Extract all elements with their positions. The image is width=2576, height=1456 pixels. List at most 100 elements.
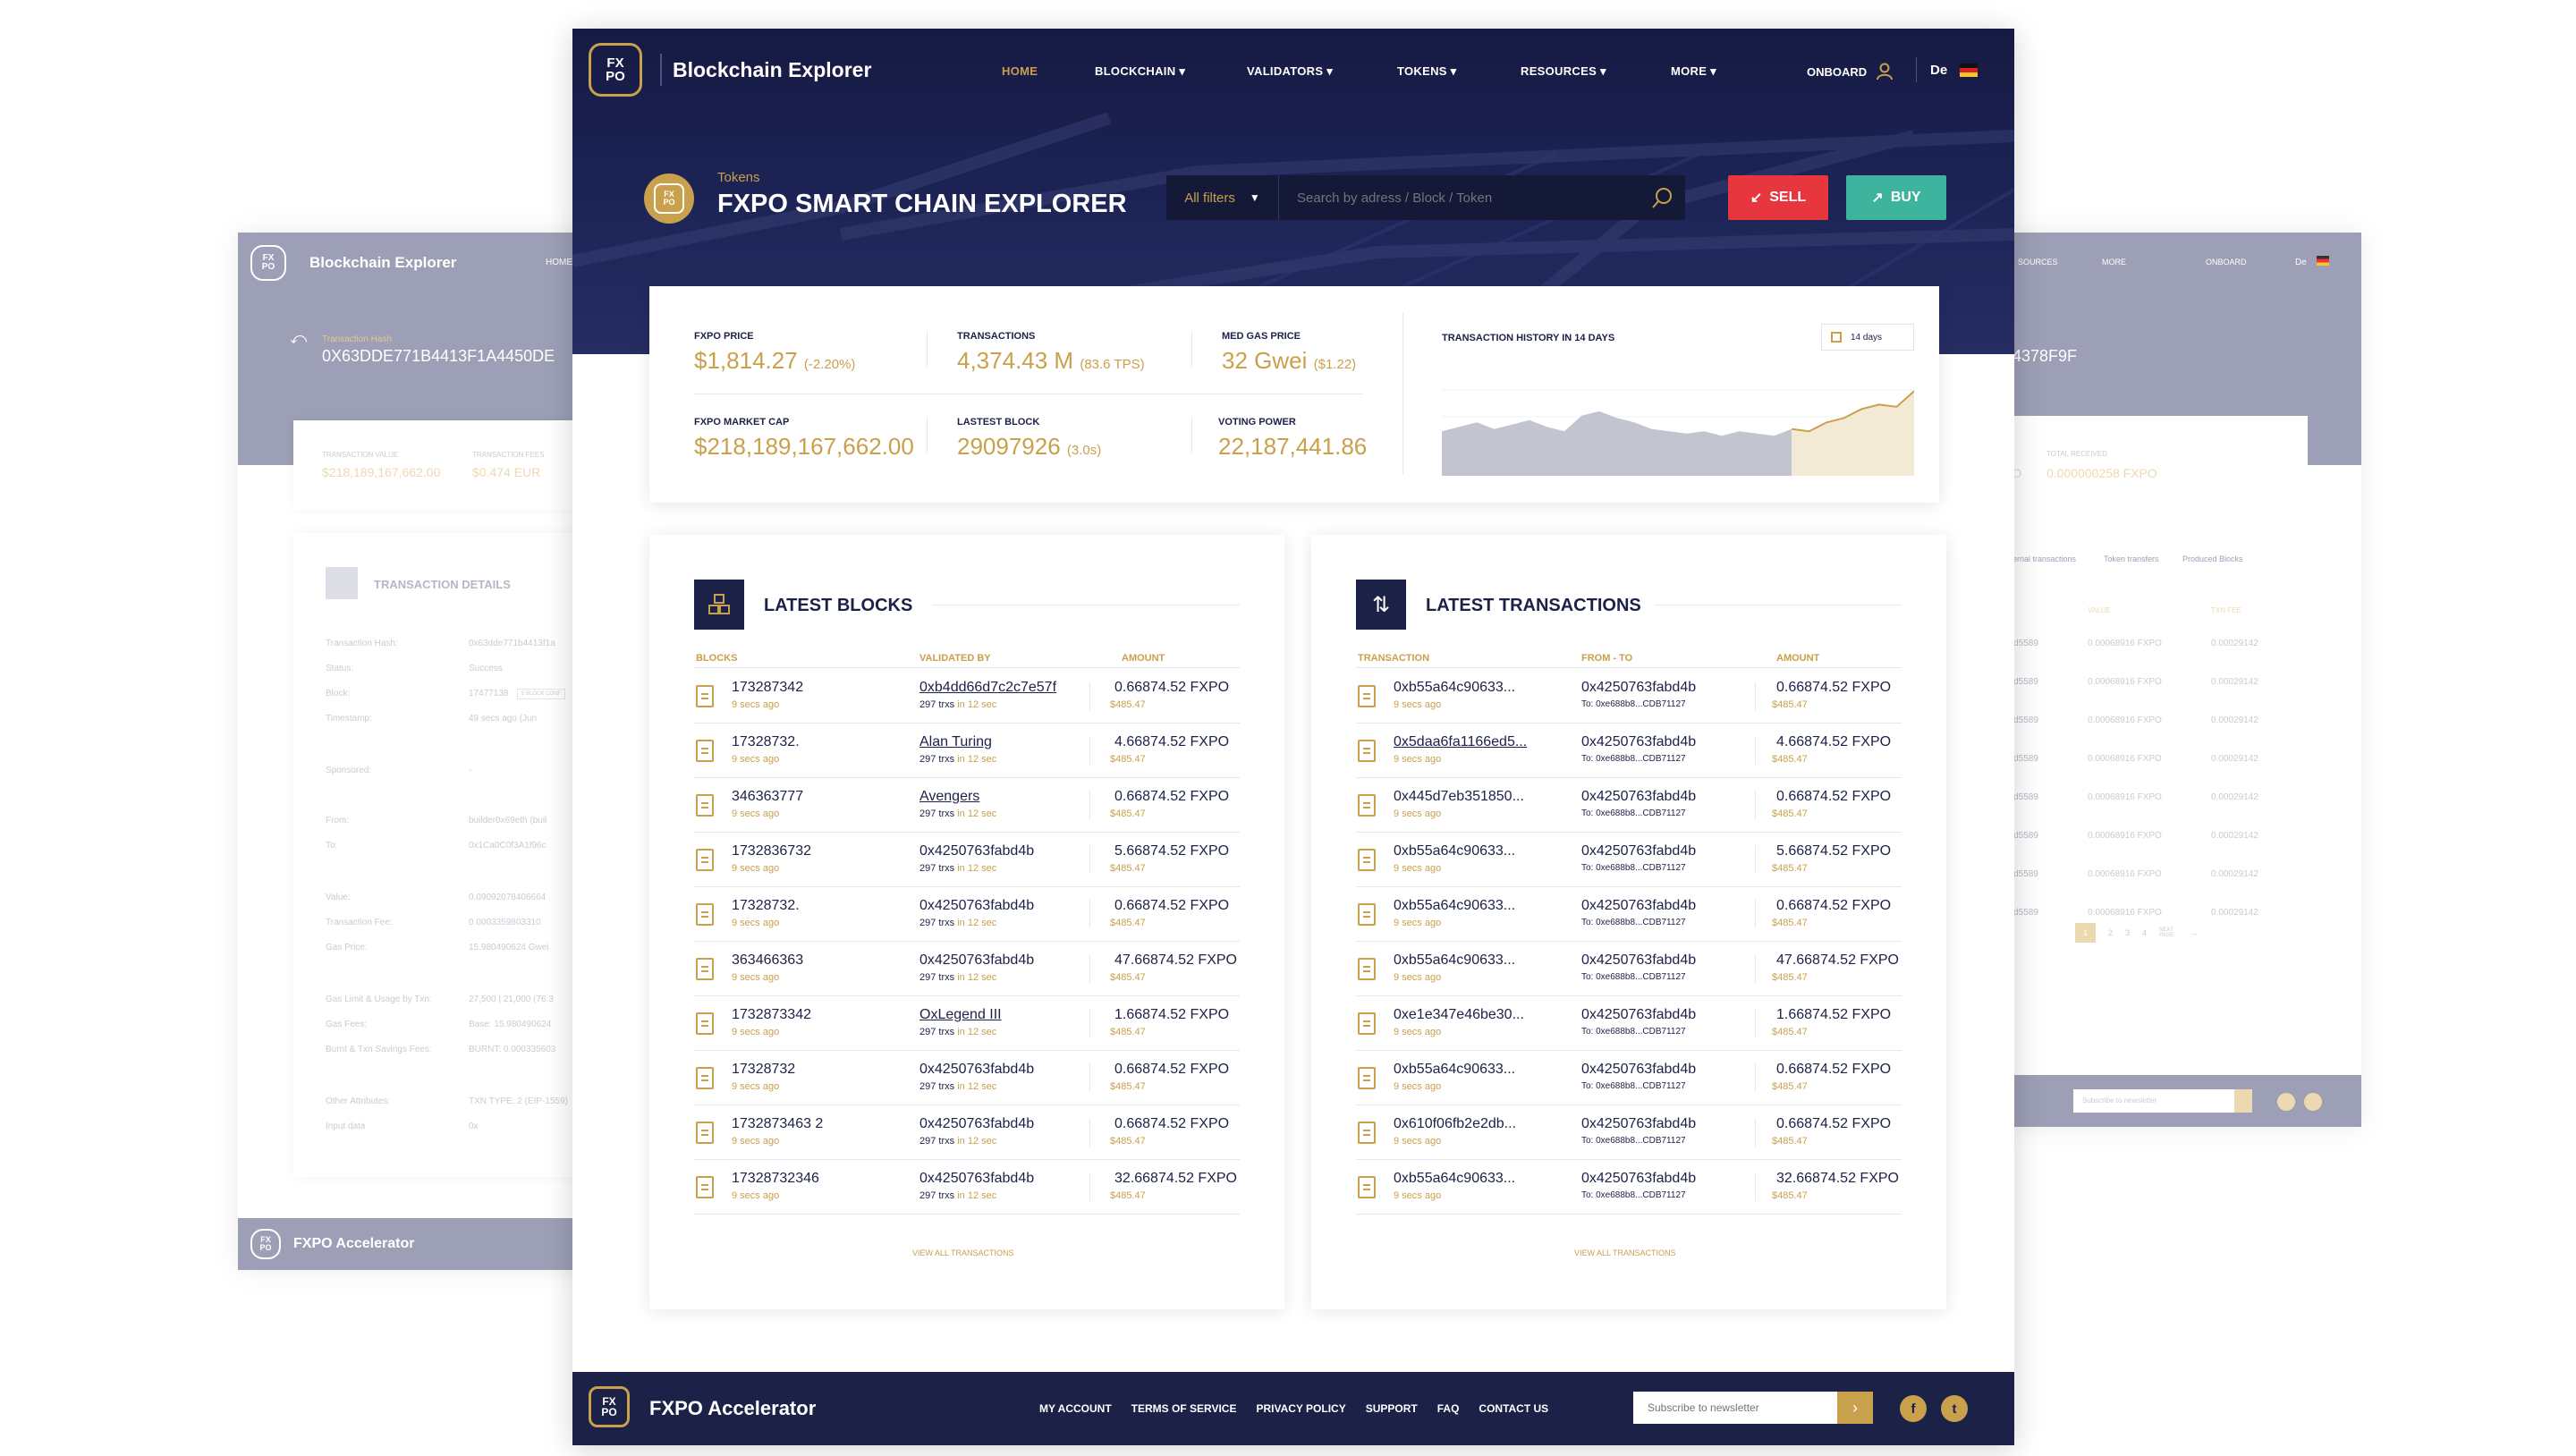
- transaction-hash[interactable]: 0xb55a64c90633...: [1394, 680, 1515, 696]
- transaction-from[interactable]: 0x4250763fabd4b: [1581, 734, 1696, 750]
- newsletter-submit-button[interactable]: ›: [1837, 1392, 1873, 1424]
- transaction-row[interactable]: 0x610f06fb2e2db... 9 secs ago 0x4250763f…: [1356, 1105, 1902, 1160]
- transaction-from[interactable]: 0x4250763fabd4b: [1581, 1116, 1696, 1132]
- transaction-from[interactable]: 0x4250763fabd4b: [1581, 843, 1696, 859]
- buy-button[interactable]: ↗ BUY: [1846, 175, 1946, 220]
- transaction-row[interactable]: 0xb55a64c90633... 9 secs ago 0x4250763fa…: [1356, 669, 1902, 724]
- transaction-to[interactable]: To: 0xe688b8...CDB71127: [1581, 699, 1686, 709]
- transaction-to[interactable]: To: 0xe688b8...CDB71127: [1581, 754, 1686, 764]
- block-number[interactable]: 17328732.: [732, 898, 800, 914]
- transaction-from[interactable]: 0x4250763fabd4b: [1581, 952, 1696, 969]
- transaction-from[interactable]: 0x4250763fabd4b: [1581, 898, 1696, 914]
- brand-title[interactable]: Blockchain Explorer: [673, 58, 871, 82]
- fxpo-logo-icon[interactable]: FX PO: [589, 43, 642, 97]
- nav-resources[interactable]: RESOURCES ▾: [1521, 64, 1671, 79]
- twitter-icon[interactable]: t: [1941, 1395, 1968, 1422]
- footer-link-terms[interactable]: TERMS OF SERVICE: [1131, 1402, 1237, 1415]
- footer-logo-icon[interactable]: FX PO: [589, 1386, 630, 1427]
- transaction-row[interactable]: 0xe1e347e46be30... 9 secs ago 0x4250763f…: [1356, 996, 1902, 1051]
- search-icon[interactable]: [1642, 184, 1685, 211]
- transaction-to[interactable]: To: 0xe688b8...CDB71127: [1581, 1136, 1686, 1146]
- transaction-from[interactable]: 0x4250763fabd4b: [1581, 1062, 1696, 1078]
- block-row[interactable]: 17328732. 9 secs ago Alan Turing 297 trx…: [694, 724, 1240, 778]
- nav-blockchain[interactable]: BLOCKCHAIN ▾: [1095, 64, 1247, 79]
- block-validator[interactable]: 0x4250763fabd4b: [919, 1062, 1034, 1078]
- block-number[interactable]: 1732873463 2: [732, 1116, 823, 1132]
- onboard-link[interactable]: ONBOARD: [1807, 63, 1895, 80]
- block-validator[interactable]: 0x4250763fabd4b: [919, 1171, 1034, 1187]
- transaction-to[interactable]: To: 0xe688b8...CDB71127: [1581, 918, 1686, 927]
- transaction-to[interactable]: To: 0xe688b8...CDB71127: [1581, 808, 1686, 818]
- sell-button[interactable]: ↙ SELL: [1728, 175, 1828, 220]
- transactions-view-all-link[interactable]: VIEW ALL TRANSACTIONS: [1574, 1249, 1676, 1257]
- block-row[interactable]: 1732873342 9 secs ago OxLegend III 297 t…: [694, 996, 1240, 1051]
- transaction-hash[interactable]: 0x445d7eb351850...: [1394, 789, 1524, 805]
- block-number[interactable]: 1732836732: [732, 843, 811, 859]
- block-validator[interactable]: 0x4250763fabd4b: [919, 898, 1034, 914]
- block-number[interactable]: 17328732: [732, 1062, 795, 1078]
- search-input[interactable]: [1279, 175, 1642, 220]
- block-row[interactable]: 17328732 9 secs ago 0x4250763fabd4b 297 …: [694, 1051, 1240, 1105]
- transaction-row[interactable]: 0x5daa6fa1166ed5... 9 secs ago 0x4250763…: [1356, 724, 1902, 778]
- block-row[interactable]: 17328732346 9 secs ago 0x4250763fabd4b 2…: [694, 1160, 1240, 1215]
- transaction-hash[interactable]: 0xb55a64c90633...: [1394, 1062, 1515, 1078]
- block-row[interactable]: 1732873463 2 9 secs ago 0x4250763fabd4b …: [694, 1105, 1240, 1160]
- facebook-icon[interactable]: f: [1900, 1395, 1927, 1422]
- block-validator[interactable]: OxLegend III: [919, 1007, 1002, 1023]
- newsletter-input[interactable]: [1633, 1392, 1837, 1424]
- blocks-view-all-link[interactable]: VIEW ALL TRANSACTIONS: [912, 1249, 1014, 1257]
- nav-validators[interactable]: VALIDATORS ▾: [1247, 64, 1397, 79]
- transaction-from[interactable]: 0x4250763fabd4b: [1581, 680, 1696, 696]
- block-row[interactable]: 346363777 9 secs ago Avengers 297 trxs i…: [694, 778, 1240, 833]
- transaction-from[interactable]: 0x4250763fabd4b: [1581, 1171, 1696, 1187]
- footer-link-contact[interactable]: CONTACT US: [1479, 1402, 1548, 1415]
- transaction-to[interactable]: To: 0xe688b8...CDB71127: [1581, 1027, 1686, 1037]
- transaction-from[interactable]: 0x4250763fabd4b: [1581, 1007, 1696, 1023]
- nav-more[interactable]: MORE ▾: [1671, 64, 1716, 79]
- filter-dropdown[interactable]: All filters ▼: [1166, 175, 1279, 220]
- footer-link-privacy[interactable]: PRIVACY POLICY: [1256, 1402, 1345, 1415]
- block-number[interactable]: 346363777: [732, 789, 803, 805]
- transaction-row[interactable]: 0xb55a64c90633... 9 secs ago 0x4250763fa…: [1356, 1160, 1902, 1215]
- block-validator[interactable]: Alan Turing: [919, 734, 992, 750]
- block-validator[interactable]: 0x4250763fabd4b: [919, 952, 1034, 969]
- block-validator[interactable]: 0x4250763fabd4b: [919, 1116, 1034, 1132]
- transaction-to[interactable]: To: 0xe688b8...CDB71127: [1581, 863, 1686, 873]
- nav-home[interactable]: HOME: [1002, 64, 1095, 79]
- language-switch[interactable]: De: [1930, 63, 1979, 78]
- transaction-hash[interactable]: 0xb55a64c90633...: [1394, 1171, 1515, 1187]
- block-validator[interactable]: Avengers: [919, 789, 979, 805]
- block-validator[interactable]: 0x4250763fabd4b: [919, 843, 1034, 859]
- block-number[interactable]: 173287342: [732, 680, 803, 696]
- footer-link-faq[interactable]: FAQ: [1437, 1402, 1460, 1415]
- transaction-row[interactable]: 0xb55a64c90633... 9 secs ago 0x4250763fa…: [1356, 887, 1902, 942]
- transaction-hash[interactable]: 0xb55a64c90633...: [1394, 952, 1515, 969]
- transaction-hash[interactable]: 0x5daa6fa1166ed5...: [1394, 734, 1527, 750]
- transaction-row[interactable]: 0xb55a64c90633... 9 secs ago 0x4250763fa…: [1356, 1051, 1902, 1105]
- nav-tokens[interactable]: TOKENS ▾: [1397, 64, 1521, 79]
- transaction-from[interactable]: 0x4250763fabd4b: [1581, 789, 1696, 805]
- block-row[interactable]: 1732836732 9 secs ago 0x4250763fabd4b 29…: [694, 833, 1240, 887]
- transaction-to[interactable]: To: 0xe688b8...CDB71127: [1581, 1190, 1686, 1200]
- transaction-row[interactable]: 0xb55a64c90633... 9 secs ago 0x4250763fa…: [1356, 833, 1902, 887]
- transaction-hash[interactable]: 0xb55a64c90633...: [1394, 898, 1515, 914]
- transaction-row[interactable]: 0x445d7eb351850... 9 secs ago 0x4250763f…: [1356, 778, 1902, 833]
- block-number[interactable]: 363466363: [732, 952, 803, 969]
- transaction-to[interactable]: To: 0xe688b8...CDB71127: [1581, 1081, 1686, 1091]
- block-number[interactable]: 1732873342: [732, 1007, 811, 1023]
- breadcrumb[interactable]: Tokens: [717, 170, 760, 185]
- footer-link-support[interactable]: SUPPORT: [1366, 1402, 1418, 1415]
- transaction-hash[interactable]: 0xb55a64c90633...: [1394, 843, 1515, 859]
- block-number[interactable]: 17328732.: [732, 734, 800, 750]
- block-row[interactable]: 173287342 9 secs ago 0xb4dd66d7c2c7e57f …: [694, 669, 1240, 724]
- block-row[interactable]: 17328732. 9 secs ago 0x4250763fabd4b 297…: [694, 887, 1240, 942]
- footer-link-account[interactable]: MY ACCOUNT: [1039, 1402, 1112, 1415]
- transaction-hash[interactable]: 0x610f06fb2e2db...: [1394, 1116, 1516, 1132]
- block-row[interactable]: 363466363 9 secs ago 0x4250763fabd4b 297…: [694, 942, 1240, 996]
- transaction-row[interactable]: 0xb55a64c90633... 9 secs ago 0x4250763fa…: [1356, 942, 1902, 996]
- block-validator[interactable]: 0xb4dd66d7c2c7e57f: [919, 680, 1056, 696]
- transaction-to[interactable]: To: 0xe688b8...CDB71127: [1581, 972, 1686, 982]
- block-number[interactable]: 17328732346: [732, 1171, 819, 1187]
- range-picker[interactable]: 14 days: [1821, 324, 1914, 351]
- transaction-hash[interactable]: 0xe1e347e46be30...: [1394, 1007, 1524, 1023]
